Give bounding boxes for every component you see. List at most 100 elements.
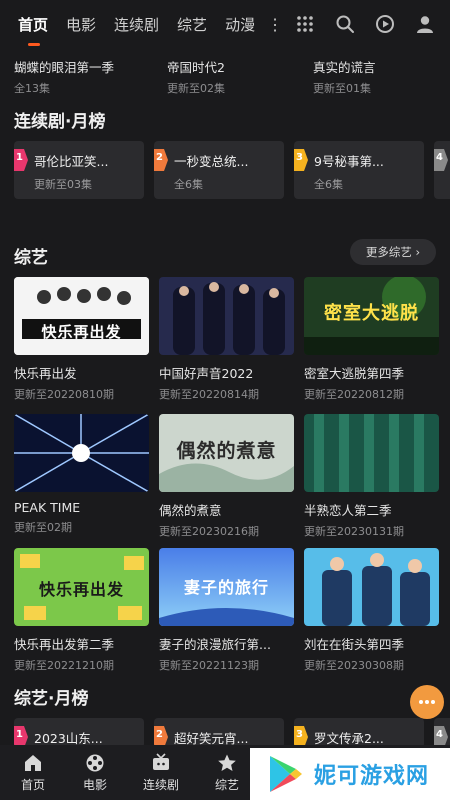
rank-card[interactable]: 3 9号秘事第... 全6集 xyxy=(294,141,424,199)
variety-status: 更新至20220810期 xyxy=(14,388,114,401)
item-title: 帝国时代2 xyxy=(167,60,225,75)
tab-home[interactable]: 首页 xyxy=(18,0,48,50)
variety-card[interactable]: 妻子的旅行 妻子的浪漫旅行第... 更新至20221123期 xyxy=(159,548,294,673)
bottom-nav-series[interactable]: 连续剧 xyxy=(128,745,194,800)
list-item[interactable]: 帝国时代2 更新至02集 xyxy=(167,57,302,96)
poster-text: 密室大逃脱 xyxy=(324,303,419,324)
home-icon xyxy=(25,755,41,771)
list-item[interactable]: 蝴蝶的眼泪第一季 全13集 xyxy=(14,57,149,96)
variety-status: 更新至20230308期 xyxy=(304,659,404,672)
top-navigation: 首页 电影 连续剧 综艺 动漫 ⋮ xyxy=(0,0,450,50)
variety-title: 中国好声音2022 xyxy=(159,366,254,381)
more-variety-button[interactable]: 更多综艺 › xyxy=(350,239,436,265)
variety-section-title: 综艺 xyxy=(14,248,48,268)
variety-card[interactable]: 中国好声音2022 更新至20220814期 xyxy=(159,277,294,402)
variety-poster[interactable] xyxy=(159,277,294,355)
variety-card[interactable]: 刘在在街头第四季 更新至20230308期 xyxy=(304,548,439,673)
variety-status: 更新至20220812期 xyxy=(304,388,404,401)
list-item[interactable]: 真实的谎言 更新至01集 xyxy=(313,57,448,96)
bottom-nav-label: 连续剧 xyxy=(142,778,179,792)
variety-card[interactable]: PEAK TIME 更新至02期 xyxy=(14,414,149,539)
drama-rank-list: 1 哥伦比亚笑... 更新至03集 2 一秒变总统... 全6集 3 9号秘事第… xyxy=(14,141,450,199)
variety-poster[interactable]: 密室大逃脱 xyxy=(304,277,439,355)
poster-text: 快乐再出发 xyxy=(38,580,124,599)
grid-icon[interactable] xyxy=(294,13,316,35)
rank-card[interactable]: 2 超好笑元宵... xyxy=(154,718,284,748)
variety-poster[interactable]: 妻子的旅行 xyxy=(159,548,294,626)
category-tabs: 首页 电影 连续剧 综艺 动漫 ⋮ xyxy=(0,0,283,50)
rank-card[interactable]: 1 哥伦比亚笑... 更新至03集 xyxy=(14,141,144,199)
bottom-nav-label: 首页 xyxy=(20,778,45,792)
poster-text: 偶然的煮意 xyxy=(176,440,277,462)
bottom-nav-label: 综艺 xyxy=(214,778,239,792)
variety-poster[interactable]: 快乐再出发 xyxy=(14,548,149,626)
bottom-nav-movies[interactable]: 电影 xyxy=(66,745,124,800)
variety-poster[interactable] xyxy=(304,548,439,626)
item-title: 真实的谎言 xyxy=(313,60,376,75)
rank-status: 全6集 xyxy=(174,178,203,191)
rank-status: 全6集 xyxy=(314,178,343,191)
variety-title: 半熟恋人第二季 xyxy=(304,503,392,518)
variety-title: PEAK TIME xyxy=(14,500,81,515)
user-icon[interactable] xyxy=(414,13,436,35)
poster-text: 快乐再出发 xyxy=(41,323,122,341)
item-status: 全13集 xyxy=(14,82,50,95)
variety-poster[interactable] xyxy=(14,414,149,492)
rank-number: 2 xyxy=(156,729,163,740)
variety-grid-row: 快乐再出发 快乐再出发第二季 更新至20221210期 妻子的旅行 妻子的浪漫旅… xyxy=(14,548,439,673)
search-icon[interactable] xyxy=(334,13,356,35)
variety-poster[interactable]: 快乐再出发 xyxy=(14,277,149,355)
tab-movies[interactable]: 电影 xyxy=(66,0,96,50)
rank-card-partial[interactable]: 4 xyxy=(434,141,450,199)
rank-card[interactable]: 1 2023山东... xyxy=(14,718,144,748)
variety-status: 更新至02期 xyxy=(14,521,72,534)
tabs-overflow-indicator: ⋮ xyxy=(267,15,284,34)
variety-title: 快乐再出发 xyxy=(14,366,77,381)
variety-status: 更新至20230131期 xyxy=(304,525,404,538)
rank-number: 1 xyxy=(16,729,23,740)
variety-title: 刘在在街头第四季 xyxy=(304,637,405,652)
variety-card[interactable]: 偶然的煮意 偶然的煮意 更新至20230216期 xyxy=(159,414,294,539)
rank-title: 一秒变总统... xyxy=(174,154,249,169)
rank-card[interactable]: 2 一秒变总统... 全6集 xyxy=(154,141,284,199)
star-icon xyxy=(218,754,236,771)
variety-title: 妻子的浪漫旅行第... xyxy=(159,637,271,652)
tab-series[interactable]: 连续剧 xyxy=(114,0,159,50)
variety-title: 偶然的煮意 xyxy=(159,503,222,518)
tab-anime[interactable]: 动漫 xyxy=(225,0,255,50)
rank-title: 9号秘事第... xyxy=(314,154,384,169)
variety-poster[interactable]: 偶然的煮意 xyxy=(159,414,294,492)
variety-rank-list: 1 2023山东... 2 超好笑元宵... 3 罗文传承2... 4 xyxy=(14,718,450,748)
variety-title: 快乐再出发第二季 xyxy=(14,637,115,652)
variety-card[interactable]: 快乐再出发 快乐再出发第二季 更新至20221210期 xyxy=(14,548,149,673)
variety-grid-row: 快乐再出发 快乐再出发 更新至20220810期 中国好声音2022 更新至20… xyxy=(14,277,439,402)
site-watermark: 妮可游戏网 xyxy=(250,748,450,800)
rank-card[interactable]: 3 罗文传承2... xyxy=(294,718,424,748)
bottom-nav-home[interactable]: 首页 xyxy=(4,745,62,800)
watermark-text: 妮可游戏网 xyxy=(314,764,430,789)
variety-status: 更新至20220814期 xyxy=(159,388,259,401)
rank-title: 哥伦比亚笑... xyxy=(34,154,109,169)
variety-status: 更新至20221210期 xyxy=(14,659,114,672)
floating-more-button[interactable] xyxy=(410,685,444,719)
variety-card[interactable]: 半熟恋人第二季 更新至20230131期 xyxy=(304,414,439,539)
variety-poster[interactable] xyxy=(304,414,439,492)
bottom-nav-variety[interactable]: 综艺 xyxy=(198,745,256,800)
play-store-logo-icon xyxy=(270,756,302,792)
more-dots-icon xyxy=(419,700,435,704)
variety-card[interactable]: 快乐再出发 快乐再出发 更新至20220810期 xyxy=(14,277,149,402)
item-title: 蝴蝶的眼泪第一季 xyxy=(14,60,115,75)
rank-number: 2 xyxy=(156,152,163,163)
tab-variety[interactable]: 综艺 xyxy=(177,0,207,50)
rank-number: 3 xyxy=(296,729,303,740)
rank-status: 更新至03集 xyxy=(34,178,92,191)
rank-number: 3 xyxy=(296,152,303,163)
rank-number: 1 xyxy=(16,152,23,163)
item-status: 更新至01集 xyxy=(313,82,371,95)
variety-card[interactable]: 密室大逃脱 密室大逃脱第四季 更新至20220812期 xyxy=(304,277,439,402)
play-history-icon[interactable] xyxy=(374,13,396,35)
rank-card-partial[interactable]: 4 xyxy=(434,718,450,748)
poster-text: 妻子的旅行 xyxy=(183,578,269,597)
film-reel-icon xyxy=(86,754,104,772)
drama-rank-title: 连续剧·月榜 xyxy=(14,112,106,132)
